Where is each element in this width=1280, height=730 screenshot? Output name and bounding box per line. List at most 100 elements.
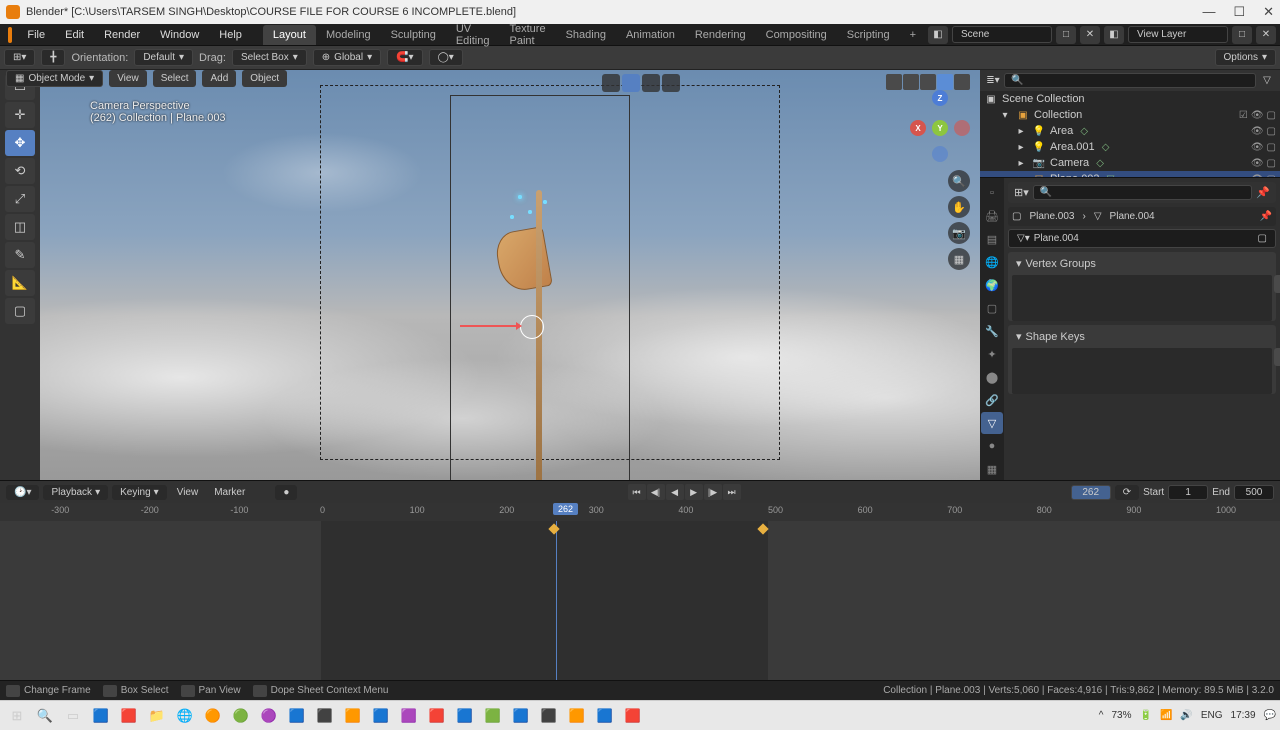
workspace-animation[interactable]: Animation [616, 25, 685, 45]
mesh-name-field[interactable]: ▽▾ Plane.004 ▢ [1008, 229, 1276, 248]
timeline-menu-playback[interactable]: Playback ▾ [43, 485, 108, 500]
volume-icon[interactable]: 🔊 [1180, 710, 1192, 721]
gizmo-toggle[interactable] [622, 74, 640, 92]
3d-viewport[interactable]: Camera Perspective (262) Collection | Pl… [40, 70, 980, 480]
vertex-group-add-button[interactable]: + [1274, 275, 1280, 293]
exclude-icon[interactable]: ☑ [1239, 110, 1248, 121]
axis-x-neg[interactable]: X [910, 120, 926, 136]
breadcrumb-obj[interactable]: Plane.003 [1029, 211, 1074, 222]
fake-user-icon[interactable]: ▢ [1258, 233, 1267, 244]
battery-percent[interactable]: 73% [1111, 710, 1131, 721]
menu-file[interactable]: File [18, 26, 54, 44]
breadcrumb-mesh[interactable]: Plane.004 [1110, 211, 1155, 222]
chevron-right-icon[interactable]: ▸ [1014, 126, 1028, 137]
taskbar-app[interactable]: 🟧 [340, 704, 366, 728]
drag-dropdown[interactable]: Select Box ▾ [232, 49, 307, 66]
hide-icon[interactable]: 👁 [1251, 158, 1264, 169]
perspective-icon[interactable]: ▦ [948, 248, 970, 270]
orientation-dropdown[interactable]: Default ▾ [134, 49, 193, 66]
chevron-right-icon[interactable]: ▸ [1014, 158, 1028, 169]
timeline-menu-view[interactable]: View [171, 487, 205, 498]
workspace-sculpting[interactable]: Sculpting [381, 25, 446, 45]
prop-tab-constraint[interactable]: 🔗 [981, 389, 1003, 411]
workspace-compositing[interactable]: Compositing [756, 25, 837, 45]
mode-menu-add[interactable]: Add [202, 70, 236, 87]
prop-tab-particle[interactable]: ✦ [981, 343, 1003, 365]
chevron-down-icon[interactable]: ▾ [1016, 257, 1022, 270]
viewlayer-delete-icon[interactable]: ✕ [1256, 26, 1276, 44]
properties-search[interactable]: 🔍 [1033, 185, 1253, 200]
outliner-type-icon[interactable]: ≣▾ [986, 75, 1000, 86]
prop-tab-modifier[interactable]: 🔧 [981, 320, 1003, 342]
playhead-label[interactable]: 262 [553, 503, 578, 515]
maximize-button[interactable]: ☐ [1233, 4, 1245, 20]
taskbar-app[interactable]: 🟩 [480, 704, 506, 728]
workspace-modeling[interactable]: Modeling [316, 25, 381, 45]
workspace-add[interactable]: + [900, 25, 926, 45]
taskbar-app[interactable]: 🌐 [172, 704, 198, 728]
taskbar-app[interactable]: 🟦 [284, 704, 310, 728]
timeline-ruler[interactable]: -300 -200 -100 0 100 200 300 400 500 600… [0, 503, 1280, 521]
scene-name-field[interactable]: Scene [952, 26, 1052, 43]
outliner-search[interactable]: 🔍 [1004, 73, 1256, 88]
axis-x[interactable] [954, 120, 970, 136]
shading-solid[interactable] [903, 74, 919, 90]
hide-icon[interactable]: 👁 [1251, 126, 1264, 137]
menu-window[interactable]: Window [151, 26, 208, 44]
taskbar-app[interactable]: 📁 [144, 704, 170, 728]
shape-keys-list[interactable]: + [1012, 348, 1272, 394]
pan-icon[interactable]: ✋ [948, 196, 970, 218]
taskbar-app[interactable]: 🟣 [256, 704, 282, 728]
minimize-button[interactable]: — [1202, 4, 1215, 20]
jump-end-button[interactable]: ⏭ [723, 484, 741, 500]
language-indicator[interactable]: ENG [1201, 710, 1223, 721]
tool-move[interactable]: ✥ [5, 130, 35, 156]
chevron-down-icon[interactable]: ▾ [1016, 330, 1022, 343]
tray-chevron-icon[interactable]: ^ [1099, 710, 1104, 721]
app-icon[interactable] [8, 27, 12, 43]
shading-rendered[interactable] [937, 74, 953, 90]
props-type-icon[interactable]: ⊞▾ [1014, 186, 1029, 199]
notifications-icon[interactable]: 💬 [1264, 710, 1276, 721]
battery-icon[interactable]: 🔋 [1139, 710, 1151, 721]
selectability-toggle[interactable] [602, 74, 620, 92]
taskbar-app[interactable]: ⬛ [536, 704, 562, 728]
vertex-groups-list[interactable]: + [1012, 275, 1272, 321]
close-button[interactable]: ✕ [1263, 4, 1274, 20]
workspace-texture[interactable]: Texture Paint [499, 19, 555, 51]
outliner-collection[interactable]: ▾ ▣ Collection ☑👁▢ [980, 107, 1280, 123]
workspace-layout[interactable]: Layout [263, 25, 316, 45]
shading-wireframe[interactable] [886, 74, 902, 90]
autokey-button[interactable]: ● [275, 485, 297, 500]
disable-icon[interactable]: ▢ [1267, 142, 1276, 153]
zoom-icon[interactable]: 🔍 [948, 170, 970, 192]
playhead[interactable] [556, 521, 557, 680]
pin-icon[interactable]: 📌 [1260, 211, 1272, 222]
transform-orientation-dropdown[interactable]: ⊕ Global ▾ [313, 49, 381, 66]
menu-help[interactable]: Help [210, 26, 251, 44]
axis-z[interactable]: Z [932, 90, 948, 106]
pin-icon[interactable]: 📌 [1256, 186, 1270, 199]
axis-z-neg[interactable] [932, 146, 948, 162]
scene-new-icon[interactable]: □ [1056, 26, 1076, 44]
taskbar-app[interactable]: 🟦 [88, 704, 114, 728]
current-frame-field[interactable]: 262 [1071, 485, 1111, 500]
tool-measure[interactable]: 📐 [5, 270, 35, 296]
taskbar-app[interactable]: 🟦 [508, 704, 534, 728]
workspace-uv[interactable]: UV Editing [446, 19, 500, 51]
disable-icon[interactable]: ▢ [1267, 158, 1276, 169]
mode-menu-select[interactable]: Select [153, 70, 197, 87]
scene-browse-icon[interactable]: ◧ [928, 26, 948, 44]
viewlayer-browse-icon[interactable]: ◧ [1104, 26, 1124, 44]
search-icon[interactable]: 🔍 [32, 704, 58, 728]
taskbar-app[interactable]: 🟦 [592, 704, 618, 728]
prop-tab-world[interactable]: 🌍 [981, 274, 1003, 296]
hide-icon[interactable]: 👁 [1251, 142, 1264, 153]
nav-gizmo[interactable]: Z X Y [910, 90, 970, 150]
taskbar-app[interactable]: 🟧 [564, 704, 590, 728]
jump-prev-button[interactable]: ◀| [647, 484, 665, 500]
mode-dropdown[interactable]: ▦ Object Mode ▾ [6, 70, 103, 87]
chevron-down-icon[interactable]: ▾ [998, 110, 1012, 121]
timeline-type-dropdown[interactable]: 🕑▾ [6, 485, 39, 500]
timeline-track[interactable] [0, 521, 1280, 680]
